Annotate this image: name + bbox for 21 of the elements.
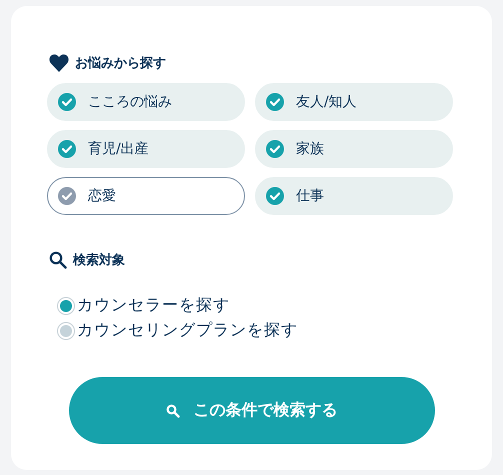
- category-chip[interactable]: 育児/出産: [47, 130, 245, 168]
- check-icon: [58, 93, 76, 111]
- category-chip[interactable]: 友人/知人: [255, 83, 453, 121]
- section-heading: 検索対象: [73, 252, 125, 269]
- category-chip[interactable]: 恋愛: [47, 177, 245, 215]
- radio-option[interactable]: カウンセリングプランを探す: [57, 320, 456, 341]
- search-icon: [166, 404, 180, 418]
- radio-button[interactable]: [57, 296, 75, 314]
- check-icon: [58, 140, 76, 158]
- check-icon: [266, 187, 284, 205]
- category-chip[interactable]: こころの悩み: [47, 83, 245, 121]
- heart-icon: [49, 54, 69, 72]
- radio-option[interactable]: カウンセラーを探す: [57, 295, 456, 316]
- check-icon: [266, 93, 284, 111]
- search-icon: [49, 251, 67, 269]
- category-chip[interactable]: 家族: [255, 130, 453, 168]
- check-icon: [58, 187, 76, 205]
- check-icon: [266, 140, 284, 158]
- category-chip[interactable]: 仕事: [255, 177, 453, 215]
- section-heading: お悩みから探す: [75, 55, 166, 72]
- radio-button[interactable]: [57, 322, 75, 340]
